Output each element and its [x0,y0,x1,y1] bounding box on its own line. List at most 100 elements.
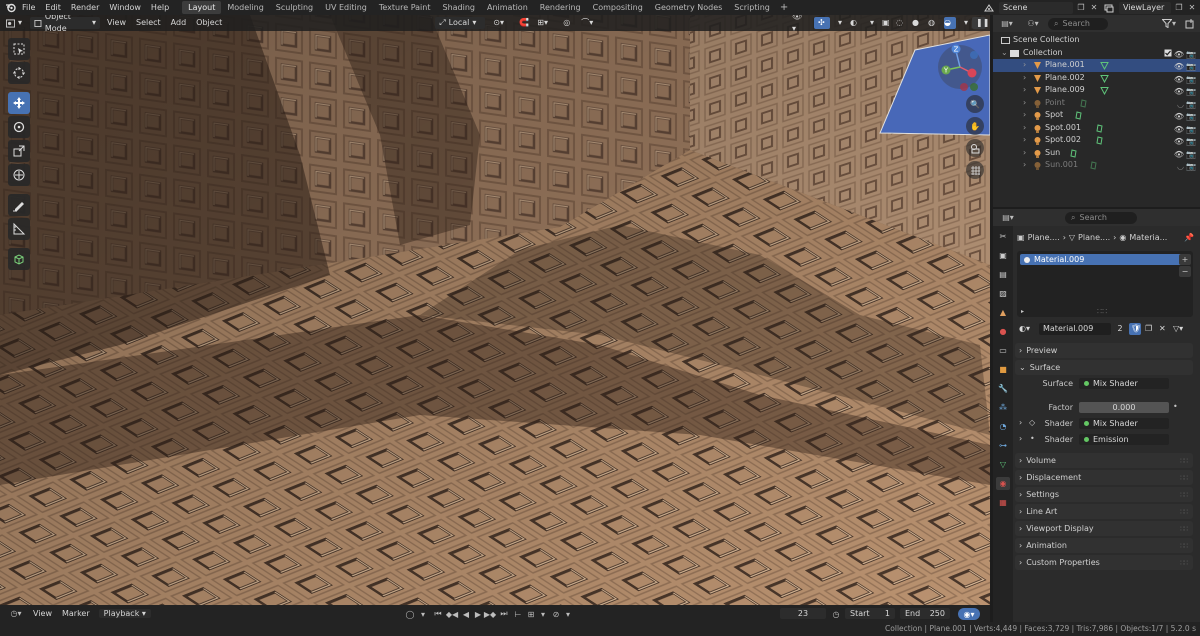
keyframe-filter-button[interactable]: ⊢ [512,608,524,620]
viewport-menu-select[interactable]: Select [131,15,166,31]
panel-grip-icon[interactable]: ∷∷ [1180,491,1188,499]
tab-modeling[interactable]: Modeling [221,1,269,14]
chevron-right-icon[interactable]: › [1023,59,1026,72]
animation-panel[interactable]: › Animation ∷∷ [1015,538,1193,553]
editor-type-dropdown[interactable]: ▾ [2,17,26,29]
chevron-right-icon[interactable]: › [1023,109,1026,122]
blender-logo-icon[interactable] [3,0,17,15]
texture-tab[interactable]: ▦ [996,496,1010,509]
tab-rendering[interactable]: Rendering [534,1,587,14]
chevron-right-icon[interactable]: › [1023,134,1026,147]
view-layer-tab[interactable]: ▨ [996,287,1010,300]
chevron-right-icon[interactable]: › [1023,97,1026,110]
tab-texture-paint[interactable]: Texture Paint [373,1,437,14]
menu-window[interactable]: Window [104,0,146,15]
new-collection-button[interactable] [1183,18,1197,30]
add-slot-button[interactable]: + [1179,254,1191,265]
surface-shader-field[interactable]: Mix Shader [1079,378,1169,389]
jump-next-keyframe-button[interactable]: ▶◆ [484,608,496,620]
pivot-point-dropdown[interactable]: ⊙▾ [489,17,511,29]
timeline-playback-dropdown[interactable]: Playback ▾ [98,609,151,618]
fake-user-toggle[interactable]: 🛡 [1129,322,1141,335]
zoom-button[interactable]: 🔍 [966,95,984,113]
surface-panel[interactable]: ⌄ Surface [1015,360,1193,375]
data-tab[interactable]: ▽ [996,458,1010,471]
panel-grip-icon[interactable]: ∷∷ [1180,508,1188,516]
browse-material-dropdown[interactable]: ◐▾ [1017,322,1037,335]
light-data-icon[interactable] [1089,161,1098,175]
outliner-item-plane-001[interactable]: › Plane.001 👁 📷 [993,59,1200,72]
visibility-dropdown[interactable]: 👁▾ [788,15,810,33]
3d-viewport[interactable]: ▾ Object Mode ▾ View Select Add Object ⤢… [0,15,990,605]
select-box-tool[interactable] [8,38,30,60]
keyframe-filter-dropdown[interactable]: ⊞ [526,608,536,620]
scene-collection-row[interactable]: Scene Collection [993,34,1200,47]
shading-material-button[interactable]: ◍ [928,17,940,29]
user-count[interactable]: 2 [1113,322,1127,335]
outliner-item-plane-002[interactable]: › Plane.002 👁 📷 [993,72,1200,85]
tab-uv-editing[interactable]: UV Editing [319,1,373,14]
custom-properties-panel[interactable]: › Custom Properties ∷∷ [1015,555,1193,570]
navigation-gizmo[interactable]: Z Y [934,43,986,97]
tab-compositing[interactable]: Compositing [587,1,649,14]
factor-slider[interactable]: 0.000 [1079,402,1169,413]
unlink-material-button[interactable]: ✕ [1157,322,1169,335]
tab-scripting[interactable]: Scripting [728,1,776,14]
world-tab[interactable]: ● [996,325,1010,338]
snap-target-dropdown[interactable]: ⊞▾ [533,17,555,29]
chevron-right-icon[interactable]: › [1023,84,1026,97]
line-art-panel[interactable]: › Line Art ∷∷ [1015,504,1193,519]
scene-selector[interactable]: Scene [999,1,1073,14]
material-slot-list[interactable]: Material.009 ▸ ∷∷ [1017,251,1193,317]
start-frame-field[interactable]: Start 1 [845,608,895,619]
limit-range-dropdown[interactable]: ▾ [563,608,573,620]
overlay-dropdown[interactable]: ▾ [866,17,874,29]
modifiers-tab[interactable]: 🔧 [996,382,1010,395]
panel-grip-icon[interactable]: ∷∷ [1180,525,1188,533]
outliner-item-plane-009[interactable]: › Plane.009 👁 📷 [993,84,1200,97]
outliner-search-input[interactable]: ⌕ Search [1048,17,1108,30]
sync-dropdown[interactable]: ▾ [538,608,548,620]
expand-triangle-icon[interactable]: ▸ [1021,308,1024,315]
outliner-item-point[interactable]: › Point ◡ 📷 [993,97,1200,110]
add-cube-tool[interactable] [8,248,30,270]
viewport-display-panel[interactable]: › Viewport Display ∷∷ [1015,521,1193,536]
transform-tool[interactable] [8,164,30,186]
menu-file[interactable]: File [17,0,40,15]
chevron-right-icon[interactable]: › [1023,147,1026,160]
viewport-menu-object[interactable]: Object [191,15,227,31]
jump-start-button[interactable]: ⏮ [432,608,444,620]
proportional-edit-toggle[interactable]: ◎ [559,17,573,29]
jump-prev-keyframe-button[interactable]: ◆◀ [446,608,458,620]
shader2-field[interactable]: Emission [1079,434,1169,445]
panel-grip-icon[interactable]: ∷∷ [1180,474,1188,482]
transform-orientation-dropdown[interactable]: ⤢ Local ▾ [435,17,486,29]
particles-tab[interactable]: ⁂ [996,401,1010,414]
timeline-menu-marker[interactable]: Marker [57,609,95,618]
tab-animation[interactable]: Animation [481,1,534,14]
tab-shading[interactable]: Shading [436,1,481,14]
ortho-toggle-button[interactable] [966,161,984,179]
snap-toggle[interactable]: 🧲 [515,17,529,29]
output-tab[interactable]: ▤ [996,268,1010,281]
annotate-tool[interactable] [8,194,30,216]
filter-dropdown[interactable]: ▾ [1159,18,1179,30]
measure-tool[interactable] [8,218,30,240]
move-tool[interactable] [8,92,30,114]
volume-panel[interactable]: › Volume ∷∷ [1015,453,1193,468]
timeline-options-dropdown[interactable]: ◉▾ [958,608,980,620]
keyframe-dot-icon[interactable]: • [1173,402,1178,411]
panel-grip-icon[interactable]: ∷∷ [1180,559,1188,567]
chevron-right-icon[interactable]: › [1023,122,1026,135]
constraints-tab[interactable]: ⊶ [996,439,1010,452]
outliner-item-sun-001[interactable]: › Sun.001 ◡ 📷 [993,159,1200,172]
chevron-right-icon[interactable]: › [1023,72,1026,85]
displacement-panel[interactable]: › Displacement ∷∷ [1015,470,1193,485]
properties-editor-type-dropdown[interactable]: ▤▾ [997,212,1019,224]
collection-tab[interactable]: ▭ [996,344,1010,357]
display-mode-dropdown[interactable]: ⚇▾ [1022,18,1044,30]
menu-help[interactable]: Help [146,0,174,15]
material-slot-item[interactable]: Material.009 [1020,254,1190,265]
remove-slot-button[interactable]: − [1179,266,1191,277]
outliner-item-spot[interactable]: › Spot 👁 📷 [993,109,1200,122]
